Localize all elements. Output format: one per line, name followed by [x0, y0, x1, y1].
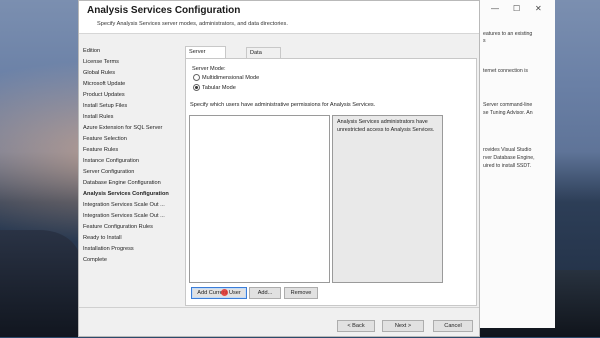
mouse-cursor-highlight: [221, 289, 228, 296]
background-text-line: s: [483, 38, 486, 44]
background-text-line: se Tuning Advisor. An: [483, 110, 533, 116]
close-icon[interactable]: ✕: [535, 4, 542, 13]
step-item[interactable]: Ready to Install: [79, 233, 184, 244]
remove-button[interactable]: Remove: [284, 287, 318, 299]
tab-data-directories[interactable]: Data Directories: [246, 47, 281, 66]
wallpaper-rock-left: [0, 230, 80, 337]
background-text-line: rovides Visual Studio: [483, 147, 532, 153]
administrators-list[interactable]: [189, 115, 330, 283]
step-item[interactable]: License Terms: [79, 57, 184, 68]
radio-label: Tabular Mode: [202, 85, 236, 91]
step-item[interactable]: Microsoft Update: [79, 79, 184, 90]
step-item[interactable]: Database Engine Configuration: [79, 178, 184, 189]
add-button[interactable]: Add...: [249, 287, 281, 299]
step-item[interactable]: Integration Services Scale Out ...: [79, 211, 184, 222]
radio-label: Multidimensional Mode: [202, 75, 260, 81]
background-text-line: uired to install SSDT.: [483, 163, 532, 169]
background-text-line: ternet connection is: [483, 68, 528, 74]
step-item[interactable]: Edition: [79, 46, 184, 57]
step-item[interactable]: Server Configuration: [79, 167, 184, 178]
admin-permissions-hint: Specify which users have administrative …: [190, 102, 376, 108]
radio-button-selected-icon[interactable]: [193, 84, 200, 92]
tab-panel: Server Mode: Multidimensional Mode Tabul…: [185, 58, 477, 306]
maximize-icon[interactable]: ☐: [513, 4, 520, 13]
step-item[interactable]: Azure Extension for SQL Server: [79, 123, 184, 134]
step-item[interactable]: Global Rules: [79, 68, 184, 79]
tab-server-configuration[interactable]: Server Configuration: [185, 46, 227, 65]
window-header: Analysis Services Configuration Specify …: [79, 1, 479, 34]
step-item[interactable]: Install Setup Files: [79, 101, 184, 112]
next-button[interactable]: Next >: [382, 320, 424, 332]
admin-info-box: Analysis Services administrators have un…: [332, 115, 443, 283]
minimize-icon[interactable]: —: [491, 4, 499, 13]
step-item[interactable]: Integration Services Scale Out ...: [79, 200, 184, 211]
page-title: Analysis Services Configuration: [87, 5, 241, 16]
step-item[interactable]: Feature Configuration Rules: [79, 222, 184, 233]
wizard-footer: < Back Next > Cancel: [79, 307, 479, 338]
cancel-button[interactable]: Cancel: [433, 320, 473, 332]
step-item[interactable]: Instance Configuration: [79, 156, 184, 167]
back-button[interactable]: < Back: [337, 320, 375, 332]
background-window[interactable]: — ☐ ✕ eatures to an existing s ternet co…: [478, 0, 555, 328]
radio-multidimensional[interactable]: Multidimensional Mode: [193, 74, 259, 82]
background-text-line: eatures to an existing: [483, 31, 533, 37]
page-subtitle: Specify Analysis Services server modes, …: [97, 21, 288, 27]
radio-tabular[interactable]: Tabular Mode: [193, 84, 236, 92]
radio-button-icon[interactable]: [193, 74, 200, 82]
step-item[interactable]: Complete: [79, 255, 184, 266]
content-area: Server Configuration Data Directories Se…: [185, 46, 478, 308]
step-item[interactable]: Install Rules: [79, 112, 184, 123]
step-item[interactable]: Product Updates: [79, 90, 184, 101]
step-item[interactable]: Feature Rules: [79, 145, 184, 156]
step-item-active[interactable]: Analysis Services Configuration: [79, 189, 184, 200]
setup-steps-nav: Edition License Terms Global Rules Micro…: [79, 46, 184, 266]
background-text-line: Server command-line: [483, 102, 533, 108]
add-current-user-button[interactable]: Add Current User: [191, 287, 247, 299]
server-mode-label: Server Mode:: [192, 66, 226, 72]
step-item[interactable]: Installation Progress: [79, 244, 184, 255]
setup-window: Analysis Services Configuration Specify …: [78, 0, 480, 337]
step-item[interactable]: Feature Selection: [79, 134, 184, 145]
background-text-line: rver Database Engine,: [483, 155, 535, 161]
